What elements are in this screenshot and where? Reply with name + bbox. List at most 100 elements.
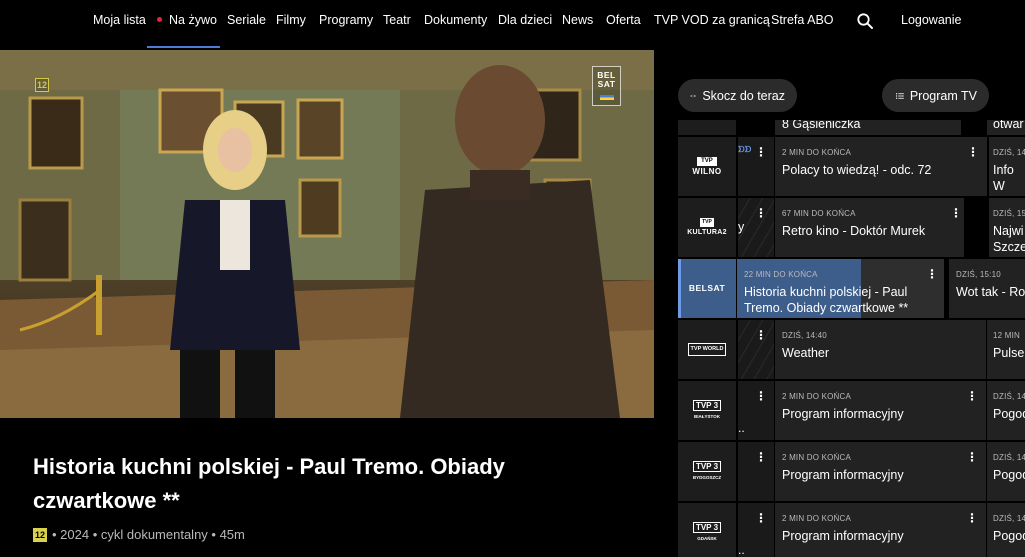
live-dot-icon [157,17,162,22]
channel-logo-tvp-world[interactable]: TVP WORLD [678,320,736,379]
nav-item-tvp-vod-za-granica[interactable]: TVP VOD za granicą [654,13,770,27]
program-title: Weather [782,346,830,360]
login-link[interactable]: Logowanie [901,13,961,27]
nav-item-filmy[interactable]: Filmy [276,13,306,27]
guide-row: 8 Gąsieniczka otwar [678,120,1025,135]
program-cell-current[interactable]: 22 MIN DO KOŃCA Historia kuchni polskiej… [737,259,944,318]
program-cell[interactable]: DZIŚ, 14:40 Weather [775,320,986,379]
next-program-title: Pogod [993,529,1025,543]
program-title: Historia kuchni polskiej - Paul Tremo. O… [744,285,909,315]
next-program-time: DZIŚ, 14 [993,453,1025,462]
search-icon[interactable] [856,12,874,30]
next-program-title: Info W [993,163,1014,193]
more-options-icon[interactable]: ⋮ [950,206,962,220]
nav-item-teatr[interactable]: Teatr [383,13,411,27]
program-title: Polacy to wiedzą! - odc. 72 [782,163,932,177]
next-program-cell[interactable]: otwar [987,120,1025,135]
channel-logo-belsat[interactable]: BELSAT [678,259,736,318]
channel-logo-tvp-wilno-mark: TVP WILNO [692,157,722,176]
next-program-title: Pogod [993,407,1025,421]
program-meta-text: • 2024 • cykl dokumentalny • 45m [52,527,245,542]
more-options-icon[interactable]: ⋮ [966,511,978,525]
nav-item-na-zywo[interactable]: Na żywo [157,13,217,27]
nav-item-seriale[interactable]: Seriale [227,13,266,27]
next-program-cell[interactable]: DZIŚ, 14 Pogod [987,381,1025,440]
channel-logo-tvp3-bialystok-mark: TVP 3 BIAŁYSTOK [692,400,722,419]
guide-row-tvp-world: TVP WORLD ⋮ DZIŚ, 14:40 Weather 12 MIN P… [678,320,1025,379]
tv-guide-button[interactable]: Program TV [882,79,989,112]
program-title: Program informacyjny [782,529,904,543]
next-program-cell[interactable]: DZIŚ, 14 Pogod [987,442,1025,501]
previous-program-cell[interactable]: .. ⋮ [738,381,774,440]
nav-item-moja-lista[interactable]: Moja lista [93,13,146,27]
channel-logo-tvp3-bydgoszcz[interactable]: TVP 3 BYDGOSZCZ [678,442,736,501]
channel-logo-tvp3-bialystok[interactable]: TVP 3 BIAŁYSTOK [678,381,736,440]
tv-guide-list: 8 Gąsieniczka otwar TVP WILNO ᗤᗤ ⋮ 2 MIN … [678,120,1025,557]
nav-item-oferta[interactable]: Oferta [606,13,641,27]
previous-program-cell[interactable]: ⋮ [738,320,774,379]
channel-logo-tvp3-bydgoszcz-mark: TVP 3 BYDGOSZCZ [692,461,722,480]
next-program-cell[interactable]: DZIŚ, 14 Pogod [987,503,1025,557]
video-frame [0,50,654,418]
active-row-indicator [678,259,681,318]
next-program-time: DZIŚ, 14 [993,148,1025,157]
program-cell[interactable]: 8 Gąsieniczka [775,120,961,135]
guide-row-tvp-wilno: TVP WILNO ᗤᗤ ⋮ 2 MIN DO KOŃCA Polacy to w… [678,137,1025,196]
program-time: 2 MIN DO KOŃCA [782,392,852,401]
program-cell[interactable]: 2 MIN DO KOŃCA Program informacyjny ⋮ [775,503,986,557]
program-time: DZIŚ, 14:40 [782,331,827,340]
jump-to-now-label: Skocz do teraz [702,88,785,103]
next-program-title: Pogod [993,468,1025,482]
next-program-cell[interactable]: 12 MIN Pulse [987,320,1025,379]
channel-logo[interactable] [678,120,736,135]
more-options-icon[interactable]: ⋮ [926,267,938,281]
next-program-cell[interactable]: DZIŚ, 15 Najwi Szczep [989,198,1025,257]
nav-item-programy[interactable]: Programy [319,13,373,27]
channel-logo-tvp-world-mark: TVP WORLD [687,343,727,356]
program-time: 2 MIN DO KOŃCA [782,514,852,523]
nav-item-news[interactable]: News [562,13,593,27]
channel-logo-tvp-wilno[interactable]: TVP WILNO [678,137,736,196]
channel-logo-tvp3-gdansk[interactable]: TVP 3 GDAŃSK [678,503,736,557]
more-options-icon[interactable]: ⋮ [755,389,767,403]
nav-item-label: Na żywo [169,13,217,27]
previous-program-cell[interactable]: .. ⋮ [738,503,774,557]
channel-logo-tvp3-gdansk-mark: TVP 3 GDAŃSK [692,522,722,543]
next-program-cell[interactable]: DZIŚ, 15:10 Wot tak - Roz [949,259,1025,318]
more-options-icon[interactable]: ⋮ [755,328,767,342]
program-cell[interactable]: 2 MIN DO KOŃCA Program informacyjny ⋮ [775,442,986,501]
more-options-icon[interactable]: ⋮ [967,145,979,159]
program-meta: 12 • 2024 • cykl dokumentalny • 45m [33,527,245,542]
more-options-icon[interactable]: ⋮ [755,450,767,464]
more-options-icon[interactable]: ⋮ [755,206,767,220]
program-cell-tail: ⋮ [967,137,987,196]
nav-item-strefa-abo[interactable]: Strefa ABO [771,13,834,27]
more-options-icon[interactable]: ⋮ [755,145,767,159]
next-program-time: DZIŚ, 14 [993,392,1025,401]
channel-logo-tvp-kultura-2-mark: TVP KULTURA2 [687,218,727,236]
next-program-time: DZIŚ, 15 [993,209,1025,218]
next-program-time: DZIŚ, 14 [993,514,1025,523]
program-cell[interactable]: 2 MIN DO KOŃCA Polacy to wiedzą! - odc. … [775,137,967,196]
previous-program-cell[interactable]: y ⋮ [738,198,774,257]
flag-icon [600,95,614,100]
next-program-cell[interactable]: DZIŚ, 14 Info W [989,137,1025,196]
program-cell[interactable]: 67 MIN DO KOŃCA Retro kino - Doktór Mure… [775,198,964,257]
previous-program-cell[interactable]: ⋮ [738,442,774,501]
more-options-icon[interactable]: ⋮ [755,511,767,525]
nav-item-dla-dzieci[interactable]: Dla dzieci [498,13,552,27]
jump-to-now-button[interactable]: Skocz do teraz [678,79,797,112]
previous-program-title: .. [738,543,745,557]
video-player[interactable]: 12 BEL SAT [0,50,654,418]
channel-logo-belsat-mark: BELSAT [688,283,726,293]
more-options-icon[interactable]: ⋮ [966,450,978,464]
more-options-icon[interactable]: ⋮ [966,389,978,403]
guide-row-belsat: BELSAT 22 MIN DO KOŃCA Historia kuchni p… [678,259,1025,318]
guide-row-tvp3-bydgoszcz: TVP 3 BYDGOSZCZ ⋮ 2 MIN DO KOŃCA Program … [678,442,1025,501]
top-navigation: Moja lista Na żywo Seriale Filmy Program… [0,0,1025,48]
next-program-title: Najwi Szczep [993,224,1025,254]
program-cell[interactable]: 2 MIN DO KOŃCA Program informacyjny ⋮ [775,381,986,440]
channel-logo-tvp-kultura-2[interactable]: TVP KULTURA2 [678,198,736,257]
previous-program-cell[interactable]: ᗤᗤ ⋮ [738,137,774,196]
nav-item-dokumenty[interactable]: Dokumenty [424,13,487,27]
